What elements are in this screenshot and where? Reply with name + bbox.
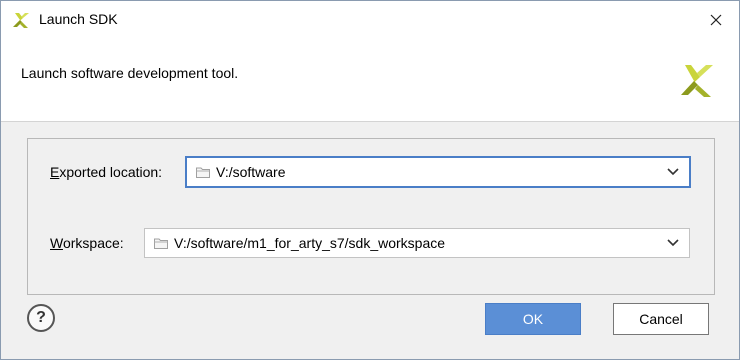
xilinx-logo-icon [681, 65, 713, 97]
exported-location-combo[interactable]: V:/software [185, 156, 691, 188]
dialog-header: Launch software development tool. [1, 39, 739, 122]
workspace-label: Workspace: [50, 235, 124, 251]
window-title: Launch SDK [39, 11, 118, 27]
chevron-down-icon[interactable] [667, 168, 679, 176]
cancel-button[interactable]: Cancel [613, 303, 709, 335]
folder-icon [154, 238, 168, 249]
folder-icon [196, 167, 210, 178]
launch-sdk-dialog: Launch SDK Launch software development t… [0, 0, 740, 360]
workspace-value: V:/software/m1_for_arty_s7/sdk_workspace [174, 235, 446, 251]
ok-button[interactable]: OK [485, 303, 581, 335]
help-button[interactable]: ? [27, 304, 55, 332]
close-button[interactable] [699, 5, 733, 35]
exported-location-value: V:/software [216, 164, 286, 180]
title-bar: Launch SDK [1, 1, 739, 39]
close-icon [710, 14, 722, 26]
dialog-description: Launch software development tool. [21, 65, 239, 81]
workspace-combo[interactable]: V:/software/m1_for_arty_s7/sdk_workspace [144, 228, 690, 258]
exported-location-label: Exported location: [50, 164, 163, 180]
xilinx-logo-icon [13, 13, 29, 28]
chevron-down-icon[interactable] [667, 239, 679, 247]
